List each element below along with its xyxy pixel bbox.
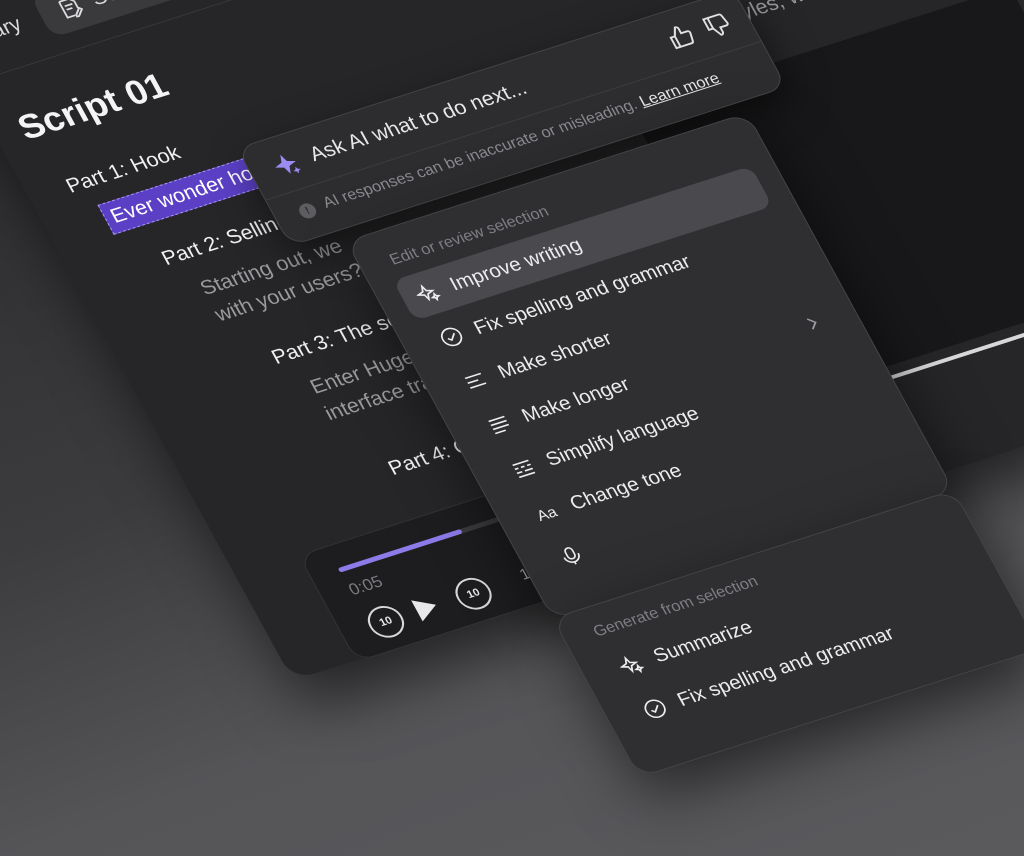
tab-scripts-label: Scripts xyxy=(87,0,159,10)
sparkle-icon xyxy=(415,284,441,302)
info-icon: ! xyxy=(296,201,320,221)
scene: Summary Scripts Script 01 Part 1: Hook E… xyxy=(0,0,1024,856)
text-simplify-icon xyxy=(512,459,536,479)
chevron-right-icon xyxy=(806,318,817,330)
rewind-10-button[interactable]: 10 xyxy=(361,601,411,642)
microphone-icon xyxy=(563,547,580,565)
time-elapsed: 0:05 xyxy=(345,572,386,599)
document-edit-icon xyxy=(58,0,84,19)
check-circle-icon xyxy=(644,699,666,719)
text-long-icon xyxy=(488,415,510,435)
text-short-icon xyxy=(464,372,487,389)
tab-scripts[interactable]: Scripts xyxy=(29,0,183,38)
ai-sparkle-icon xyxy=(275,154,301,174)
progress-fill xyxy=(337,528,464,573)
forward-10-button[interactable]: 10 xyxy=(449,573,498,614)
svg-text:Aa: Aa xyxy=(534,504,561,525)
page-title: Script 01 xyxy=(10,64,175,148)
play-button[interactable] xyxy=(411,594,442,622)
check-circle-icon xyxy=(440,327,463,347)
font-aa-icon: Aa xyxy=(534,504,561,525)
sparkle-icon xyxy=(619,655,645,674)
thumbs-up-icon[interactable] xyxy=(662,21,699,52)
thumbs-down-icon[interactable] xyxy=(699,10,736,41)
